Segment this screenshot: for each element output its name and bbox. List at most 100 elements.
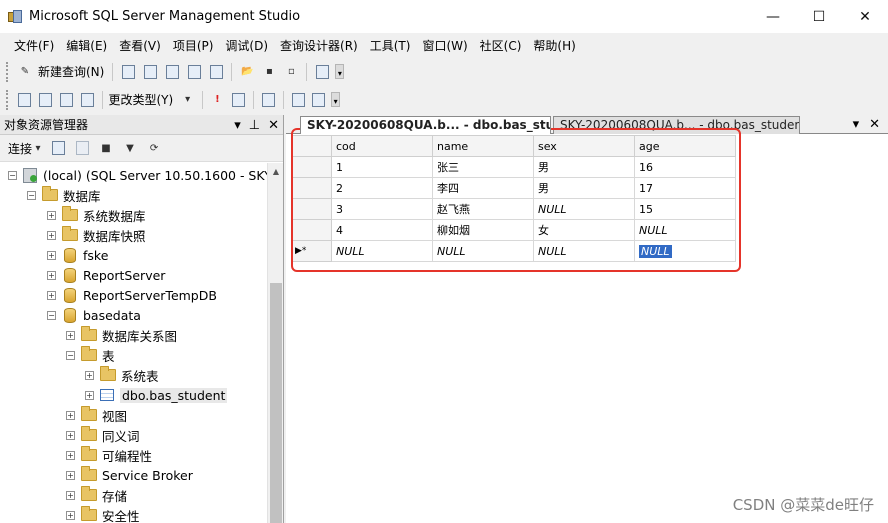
expand-icon[interactable]: + bbox=[47, 250, 56, 260]
tree-node-tables[interactable]: − 表 bbox=[66, 345, 115, 365]
group-by-icon[interactable] bbox=[260, 91, 277, 109]
tree-node-synonyms[interactable]: + 同义词 bbox=[66, 425, 140, 445]
menu-community[interactable]: 社区(C) bbox=[474, 37, 528, 54]
grid-cell-null[interactable]: NULL bbox=[533, 240, 635, 262]
grid-cell[interactable]: 2 bbox=[331, 177, 433, 199]
tab-bas-student-edit[interactable]: SKY-20200608QUA.b... - dbo.bas_student bbox=[300, 116, 551, 134]
menu-debug[interactable]: 调试(D) bbox=[219, 37, 274, 54]
maximize-button[interactable]: ☐ bbox=[796, 0, 842, 33]
tree-node-reportserver[interactable]: + ReportServer bbox=[47, 265, 165, 285]
tree-node-programmability[interactable]: + 可编程性 bbox=[66, 445, 152, 465]
row-header[interactable] bbox=[292, 156, 332, 178]
tree-node-server[interactable]: − (local) (SQL Server 10.50.1600 - SKY-2 bbox=[8, 165, 268, 185]
refresh-icon[interactable]: ⟳ bbox=[145, 139, 163, 157]
new-project-icon[interactable] bbox=[207, 63, 225, 81]
new-query-button[interactable]: 新建查询(N) bbox=[38, 63, 104, 80]
menu-file[interactable]: 文件(F) bbox=[8, 37, 60, 54]
expand-icon[interactable]: + bbox=[85, 370, 94, 380]
save-icon[interactable]: ▪ bbox=[260, 63, 278, 81]
row-header[interactable] bbox=[292, 198, 332, 220]
sql-pane-icon[interactable] bbox=[58, 91, 75, 109]
grid-cell[interactable]: 柳如烟 bbox=[432, 219, 534, 241]
tab-bas-student-design[interactable]: SKY-20200608QUA.b... - dbo.bas_student bbox=[553, 116, 800, 134]
expand-icon[interactable]: + bbox=[66, 450, 75, 460]
results-pane-icon[interactable] bbox=[79, 91, 96, 109]
add-table-icon[interactable] bbox=[290, 91, 307, 109]
close-icon[interactable]: ✕ bbox=[268, 118, 279, 133]
grid-cell[interactable]: 3 bbox=[331, 198, 433, 220]
expand-icon[interactable]: + bbox=[47, 290, 56, 300]
filter-icon[interactable]: ▼ bbox=[121, 139, 139, 157]
minimize-button[interactable]: — bbox=[750, 0, 796, 33]
expand-icon[interactable]: + bbox=[66, 510, 75, 520]
tree-node-database-snapshots[interactable]: + 数据库快照 bbox=[47, 225, 146, 245]
dropdown-icon[interactable]: ▾ bbox=[234, 118, 241, 133]
expand-icon[interactable]: + bbox=[85, 390, 94, 400]
toolbar-overflow-icon[interactable]: ▾ bbox=[335, 64, 345, 79]
grid-cell-selected[interactable]: NULL bbox=[634, 240, 736, 262]
grid-cell[interactable]: 男 bbox=[533, 156, 635, 178]
expand-icon[interactable]: + bbox=[47, 270, 56, 280]
grid-cell[interactable]: 女 bbox=[533, 219, 635, 241]
grid-cell[interactable]: 李四 bbox=[432, 177, 534, 199]
tree-node-database-diagrams[interactable]: + 数据库关系图 bbox=[66, 325, 177, 345]
tree-node-system-databases[interactable]: + 系统数据库 bbox=[47, 205, 146, 225]
stop-icon[interactable]: ■ bbox=[97, 139, 115, 157]
menu-tools[interactable]: 工具(T) bbox=[364, 37, 417, 54]
toolbar-grip[interactable] bbox=[6, 61, 10, 82]
tree-node-basedata[interactable]: − basedata bbox=[47, 305, 141, 325]
column-header-sex[interactable]: sex bbox=[533, 135, 635, 157]
menu-view[interactable]: 查看(V) bbox=[113, 37, 167, 54]
tree-node-views[interactable]: + 视图 bbox=[66, 405, 127, 425]
new-file-icon[interactable] bbox=[119, 63, 137, 81]
expand-icon[interactable]: + bbox=[47, 210, 56, 220]
collapse-icon[interactable]: − bbox=[66, 350, 75, 360]
pin-icon[interactable]: ⊥ bbox=[249, 118, 260, 133]
scrollbar-thumb[interactable] bbox=[270, 283, 282, 523]
grid-cell[interactable]: 15 bbox=[634, 198, 736, 220]
collapse-icon[interactable]: − bbox=[47, 310, 56, 320]
vertical-scrollbar[interactable]: ▲ bbox=[267, 163, 283, 523]
execute-sql-icon[interactable]: ! bbox=[209, 91, 226, 109]
close-button[interactable]: ✕ bbox=[842, 0, 888, 33]
verify-sql-icon[interactable] bbox=[230, 91, 247, 109]
expand-icon[interactable]: + bbox=[66, 430, 75, 440]
chevron-down-icon[interactable]: ▾ bbox=[34, 139, 42, 157]
grid-cell-null[interactable]: NULL bbox=[634, 219, 736, 241]
grid-cell[interactable]: 男 bbox=[533, 177, 635, 199]
row-header[interactable] bbox=[292, 177, 332, 199]
tree-node-service-broker[interactable]: + Service Broker bbox=[66, 465, 193, 485]
expand-icon[interactable]: + bbox=[66, 490, 75, 500]
toolbar-grip[interactable] bbox=[6, 89, 10, 110]
xml-query-icon[interactable] bbox=[185, 63, 203, 81]
grid-cell[interactable]: 张三 bbox=[432, 156, 534, 178]
menu-edit[interactable]: 编辑(E) bbox=[60, 37, 113, 54]
chevron-down-icon[interactable]: ▾ bbox=[853, 117, 860, 132]
grid-cell[interactable]: 4 bbox=[331, 219, 433, 241]
column-header-name[interactable]: name bbox=[432, 135, 534, 157]
database-engine-query-icon[interactable] bbox=[141, 63, 159, 81]
scroll-up-icon[interactable]: ▲ bbox=[268, 163, 284, 180]
tree-node-security[interactable]: + 安全性 bbox=[66, 505, 140, 523]
expand-icon[interactable]: + bbox=[66, 330, 75, 340]
new-row-marker[interactable]: ▶* bbox=[292, 240, 332, 262]
tree-node-fske[interactable]: + fske bbox=[47, 245, 108, 265]
tree-node-storage[interactable]: + 存储 bbox=[66, 485, 127, 505]
close-icon[interactable]: ✕ bbox=[869, 117, 880, 132]
menu-query-designer[interactable]: 查询设计器(R) bbox=[274, 37, 364, 54]
connect-button[interactable]: 连接 bbox=[8, 140, 32, 157]
print-icon[interactable]: ▫ bbox=[282, 63, 300, 81]
connect-icon[interactable] bbox=[49, 139, 67, 157]
tree-node-bas-student[interactable]: + dbo.bas_student bbox=[85, 385, 228, 405]
expand-icon[interactable]: + bbox=[66, 470, 75, 480]
grid-cell-null[interactable]: NULL bbox=[533, 198, 635, 220]
collapse-icon[interactable]: − bbox=[8, 170, 17, 180]
toolbar-overflow-icon[interactable]: ▾ bbox=[331, 92, 340, 107]
column-header-age[interactable]: age bbox=[634, 135, 736, 157]
add-derived-table-icon[interactable] bbox=[310, 91, 327, 109]
diagram-pane-icon[interactable] bbox=[16, 91, 33, 109]
row-header[interactable] bbox=[292, 219, 332, 241]
activity-monitor-icon[interactable] bbox=[313, 63, 331, 81]
expand-icon[interactable]: + bbox=[66, 410, 75, 420]
grid-cell-null[interactable]: NULL bbox=[331, 240, 433, 262]
